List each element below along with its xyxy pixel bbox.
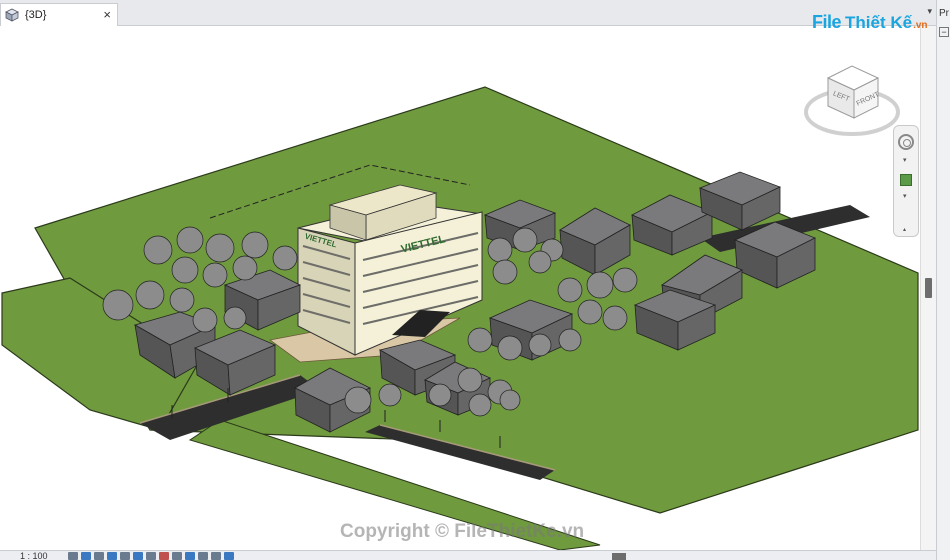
zoom-icon[interactable] (900, 174, 912, 186)
render-icon[interactable] (120, 552, 130, 560)
logo-file-text: File (812, 12, 842, 32)
view-scale[interactable]: 1 : 100 (20, 551, 48, 560)
properties-label[interactable]: Pr (939, 8, 949, 19)
tab-3d-view[interactable]: {3D} × (0, 3, 118, 26)
shadows-icon[interactable] (107, 552, 117, 560)
vertical-scrollbar[interactable] (920, 26, 936, 550)
worksharing-icon[interactable] (185, 552, 195, 560)
view-tab-strip: {3D} × ▾ (0, 0, 936, 26)
copyright-watermark: Copyright © FileThietKe.vn (340, 521, 585, 542)
view-control-bar: 1 : 100 (0, 550, 936, 560)
revit-3d-cube-icon (5, 8, 19, 22)
chevron-down-icon[interactable]: ▾ (927, 6, 932, 17)
tab-title: {3D} (25, 9, 47, 21)
chevron-down-icon[interactable]: ▾ (903, 156, 907, 164)
temporary-hide-icon[interactable] (159, 552, 169, 560)
close-icon[interactable]: × (103, 7, 111, 22)
show-crop-icon[interactable] (146, 552, 156, 560)
lock-view-icon[interactable] (198, 552, 208, 560)
reveal-hidden-icon[interactable] (172, 552, 182, 560)
revit-window: {3D} × ▾ Pr − VIETTEL VIETTEL LEFT FRONT… (0, 0, 950, 560)
logo-vn-text: .vn (913, 20, 928, 31)
3d-view-canvas[interactable]: VIETTEL VIETTEL (0, 26, 920, 550)
chevron-down-icon[interactable]: ▾ (903, 192, 907, 200)
navbar-options-icon[interactable]: ▴ (903, 226, 906, 233)
highlight-displacement-icon[interactable] (224, 552, 234, 560)
3d-model-scene: VIETTEL VIETTEL (1, 86, 919, 550)
scrollbar-thumb[interactable] (925, 278, 932, 298)
navigation-bar: ▾ ▾ ▴ (893, 125, 919, 237)
analytical-model-icon[interactable] (211, 552, 221, 560)
collapse-icon[interactable]: − (939, 27, 949, 37)
view-control-icons (68, 552, 234, 560)
steering-wheel-icon[interactable] (898, 134, 914, 150)
visual-style-icon[interactable] (81, 552, 91, 560)
detail-level-icon[interactable] (68, 552, 78, 560)
sun-path-icon[interactable] (94, 552, 104, 560)
properties-panel-edge: Pr − (936, 0, 950, 560)
horizontal-scrollbar-thumb[interactable] (612, 553, 626, 560)
filethietke-logo: File Thiết Kế .vn (812, 12, 928, 33)
logo-thiet-ke-text: Thiết Kế (845, 12, 913, 32)
crop-view-icon[interactable] (133, 552, 143, 560)
